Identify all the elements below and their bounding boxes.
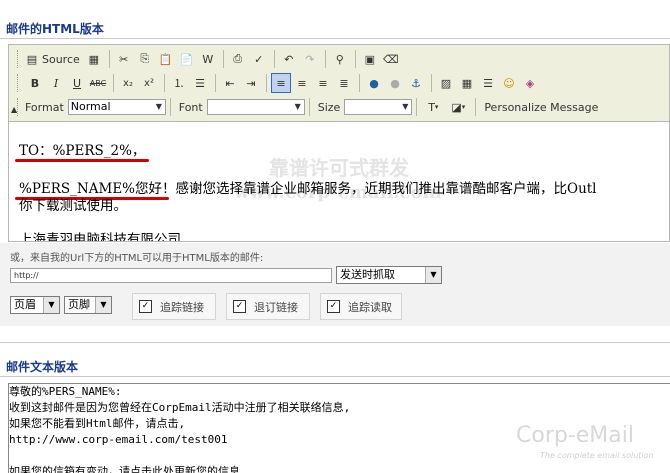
text-line: 如果您的信箱有变动，请点击此处更新您的信息. — [9, 465, 247, 473]
copy-icon[interactable]: ⎘ — [135, 49, 155, 69]
track-links-checkbox[interactable]: ✓ — [139, 300, 152, 313]
align-left-icon[interactable]: ≡ — [271, 73, 291, 93]
divider — [0, 376, 670, 377]
html-version-title: 邮件的HTML版本 — [6, 22, 104, 36]
outdent-icon[interactable]: ⇤ — [220, 73, 240, 93]
underline-annotation — [15, 159, 149, 162]
text-line: 尊敬的%PERS_NAME%: — [9, 385, 122, 398]
track-reads-label: 追踪读取 — [348, 300, 392, 314]
chevron-down-icon: ▼ — [152, 100, 165, 114]
bold-icon[interactable]: B — [25, 73, 45, 93]
horizontal-rule-icon[interactable]: ☰ — [478, 73, 498, 93]
signature-line: 上海青羽电脑科技有限公司 — [19, 232, 181, 241]
paste-icon[interactable]: 📋 — [156, 49, 176, 69]
paste-text-icon[interactable]: 📄 — [177, 49, 197, 69]
divider — [0, 38, 670, 39]
unsubscribe-link-checkbox[interactable]: ✓ — [233, 300, 246, 313]
text-color-icon[interactable]: T ▾ — [421, 97, 445, 117]
corp-email-logo: Corp-eMail — [516, 423, 634, 448]
html-editor[interactable]: ▤ Source ▦ ✂ ⎘ 📋 📄 W ⎙ ✓ ↶ ↷ ⚲ ▣ ⌫ B I U… — [8, 44, 670, 242]
text-version-title: 邮件文本版本 — [6, 360, 79, 374]
font-label: Font — [178, 100, 203, 114]
track-reads-option[interactable]: ✓ 追踪读取 — [320, 293, 402, 320]
align-center-icon[interactable]: ≡ — [292, 73, 312, 93]
table-icon[interactable]: ▦ — [457, 73, 477, 93]
font-select[interactable]: ▼ — [206, 99, 305, 115]
body-line: 你下载测试使用。 — [19, 198, 127, 214]
size-label: Size — [317, 100, 341, 114]
footer-select[interactable]: 页脚 ▼ — [64, 296, 112, 314]
print-icon[interactable]: ⎙ — [228, 49, 248, 69]
track-links-option[interactable]: ✓ 追踪链接 — [132, 293, 216, 320]
chevron-down-icon: ▼ — [43, 297, 59, 313]
source-button[interactable]: Source — [42, 53, 80, 66]
numbered-list-icon[interactable]: ⒈ — [169, 73, 189, 93]
align-right-icon[interactable]: ≡ — [313, 73, 333, 93]
underline-icon[interactable]: U — [67, 73, 87, 93]
corp-email-tagline: The complete email solution — [540, 451, 654, 460]
bullet-list-icon[interactable]: ☰ — [190, 73, 210, 93]
subscript-icon[interactable]: x₂ — [118, 73, 138, 93]
redo-icon[interactable]: ↷ — [300, 49, 320, 69]
divider — [0, 342, 670, 343]
italic-icon[interactable]: I — [46, 73, 66, 93]
editor-content[interactable]: 靠谱许可式群发 www.corp-email.com TO：%PERS_2%， … — [9, 122, 669, 241]
special-char-icon[interactable]: ◈ — [520, 73, 540, 93]
chevron-down-icon: ▼ — [95, 297, 111, 313]
toolbar-grip[interactable] — [17, 50, 21, 68]
format-select[interactable]: Normal ▼ — [67, 99, 166, 115]
toolbar-grip[interactable] — [17, 74, 21, 92]
header-select[interactable]: 页眉 ▼ — [10, 296, 60, 314]
greeting-text: ！感谢您选择靠谱企业邮箱服务，近期我们推出靠谱酷邮客户端，比Outl — [162, 181, 597, 197]
anchor-icon[interactable]: ⚓ — [406, 73, 426, 93]
strikethrough-icon[interactable]: ABC — [88, 73, 108, 93]
spellcheck-icon[interactable]: ✓ — [249, 49, 269, 69]
source-icon[interactable]: ▤ — [25, 49, 39, 69]
justify-icon[interactable]: ≣ — [334, 73, 354, 93]
find-icon[interactable]: ⚲ — [330, 49, 350, 69]
url-input[interactable]: http:// — [10, 268, 332, 283]
remove-format-icon[interactable]: ⌫ — [381, 49, 401, 69]
recipient-line: TO：%PERS_2%， — [19, 143, 146, 159]
format-label: Format — [25, 100, 64, 114]
paste-word-icon[interactable]: W — [198, 49, 218, 69]
url-label: 或，来自我的Url下方的HTML可以用于HTML版本的邮件: — [10, 253, 264, 264]
toolbar-grip[interactable] — [17, 98, 21, 116]
personalize-message-button[interactable]: Personalize Message — [484, 101, 598, 114]
bg-color-icon[interactable]: ◪ ▾ — [446, 97, 470, 117]
chevron-down-icon: ▼ — [399, 100, 412, 114]
fetch-mode-select[interactable]: 发送时抓取 ▼ — [336, 266, 442, 284]
unsubscribe-link-label: 退订链接 — [254, 300, 298, 314]
unlink-icon[interactable]: ● — [385, 73, 405, 93]
editor-toolbar: ▤ Source ▦ ✂ ⎘ 📋 📄 W ⎙ ✓ ↶ ↷ ⚲ ▣ ⌫ B I U… — [9, 45, 669, 122]
undo-icon[interactable]: ↶ — [279, 49, 299, 69]
size-select[interactable]: ▼ — [344, 99, 413, 115]
indent-icon[interactable]: ⇥ — [241, 73, 261, 93]
track-reads-checkbox[interactable]: ✓ — [327, 300, 340, 313]
chevron-down-icon: ▼ — [291, 100, 304, 114]
select-all-icon[interactable]: ▣ — [360, 49, 380, 69]
cut-icon[interactable]: ✂ — [114, 49, 134, 69]
superscript-icon[interactable]: x² — [139, 73, 159, 93]
track-links-label: 追踪链接 — [160, 300, 204, 314]
image-icon[interactable]: ▨ — [436, 73, 456, 93]
chevron-down-icon: ▼ — [425, 267, 441, 283]
text-line: 收到这封邮件是因为您曾经在CorpEmail活动中注册了相关联络信息, — [9, 401, 351, 414]
unsubscribe-link-option[interactable]: ✓ 退订链接 — [226, 293, 310, 320]
smiley-icon[interactable]: ☺ — [499, 73, 519, 93]
preview-icon[interactable]: ▦ — [84, 49, 104, 69]
link-icon[interactable]: ● — [364, 73, 384, 93]
collapse-toolbar-icon[interactable]: ▲ — [11, 105, 17, 114]
